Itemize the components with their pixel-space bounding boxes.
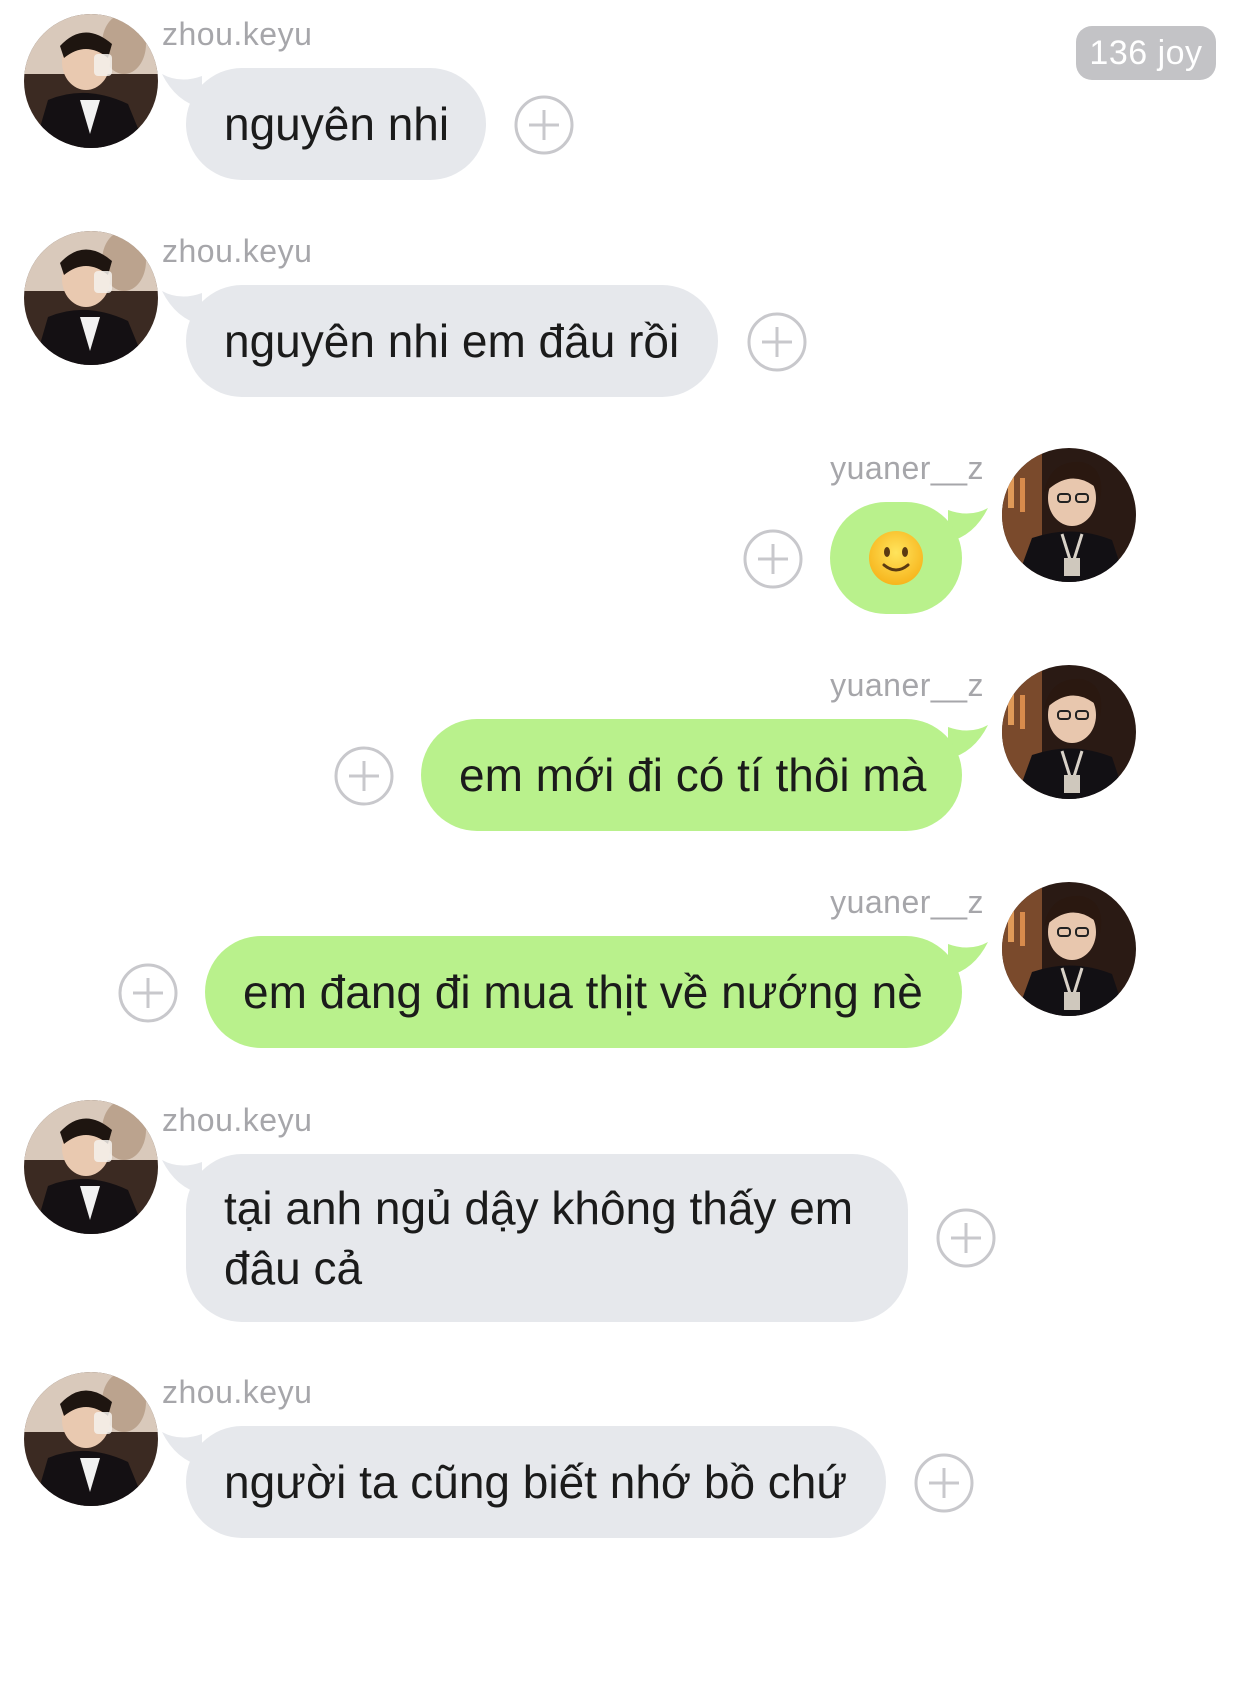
- sender-name: zhou.keyu: [162, 1374, 313, 1410]
- plus-circle-icon[interactable]: [513, 94, 575, 156]
- message-text: nguyên nhi em đâu rồi: [224, 315, 680, 367]
- sender-name: zhou.keyu: [162, 1102, 313, 1138]
- message-bubble[interactable]: người ta cũng biết nhớ bồ chứ: [186, 1426, 886, 1538]
- message-bubble[interactable]: tại anh ngủ dậy không thấy em đâu cả: [186, 1154, 908, 1322]
- avatar-zhou-keyu[interactable]: [24, 231, 158, 365]
- avatar-yuaner-z[interactable]: [1002, 882, 1136, 1016]
- avatar-yuaner-z[interactable]: [1002, 448, 1136, 582]
- message-row: zhou.keyu tại anh ngủ dậy không thấy em …: [0, 1086, 1242, 1346]
- message-text: em mới đi có tí thôi mà: [459, 749, 927, 801]
- plus-circle-icon[interactable]: [935, 1207, 997, 1269]
- sender-name: zhou.keyu: [162, 16, 313, 52]
- plus-circle-icon[interactable]: [117, 962, 179, 1024]
- avatar-zhou-keyu[interactable]: [24, 1100, 158, 1234]
- message-text: tại anh ngủ dậy không thấy em đâu cả: [224, 1182, 854, 1294]
- message-bubble[interactable]: em mới đi có tí thôi mà: [421, 719, 962, 831]
- plus-circle-icon[interactable]: [742, 528, 804, 590]
- message-row: yuaner__z em đang đi mua thịt về nướng n…: [0, 868, 1242, 1068]
- message-bubble[interactable]: em đang đi mua thịt về nướng nè: [205, 936, 962, 1048]
- plus-circle-icon[interactable]: [333, 745, 395, 807]
- plus-circle-icon[interactable]: [913, 1452, 975, 1514]
- sender-name: yuaner__z: [830, 667, 984, 703]
- message-text: người ta cũng biết nhớ bồ chứ: [224, 1456, 848, 1508]
- message-bubble-emoji[interactable]: [830, 502, 962, 614]
- plus-circle-icon[interactable]: [746, 311, 808, 373]
- message-row: zhou.keyu nguyên nhi: [0, 0, 1242, 200]
- message-bubble[interactable]: nguyên nhi: [186, 68, 486, 180]
- sender-name: yuaner__z: [830, 450, 984, 486]
- avatar-yuaner-z[interactable]: [1002, 665, 1136, 799]
- message-row: zhou.keyu nguyên nhi em đâu rồi: [0, 217, 1242, 417]
- message-row: yuaner__z: [0, 434, 1242, 634]
- avatar-zhou-keyu[interactable]: [24, 1372, 158, 1506]
- sender-name: zhou.keyu: [162, 233, 313, 269]
- message-row: zhou.keyu người ta cũng biết nhớ bồ chứ: [0, 1358, 1242, 1558]
- sender-name: yuaner__z: [830, 884, 984, 920]
- avatar-zhou-keyu[interactable]: [24, 14, 158, 148]
- message-text: nguyên nhi: [224, 98, 450, 150]
- message-text: em đang đi mua thịt về nướng nè: [243, 966, 923, 1018]
- slightly-smiling-face-icon: [869, 531, 923, 585]
- message-bubble[interactable]: nguyên nhi em đâu rồi: [186, 285, 718, 397]
- message-row: yuaner__z em mới đi có tí thôi mà: [0, 651, 1242, 851]
